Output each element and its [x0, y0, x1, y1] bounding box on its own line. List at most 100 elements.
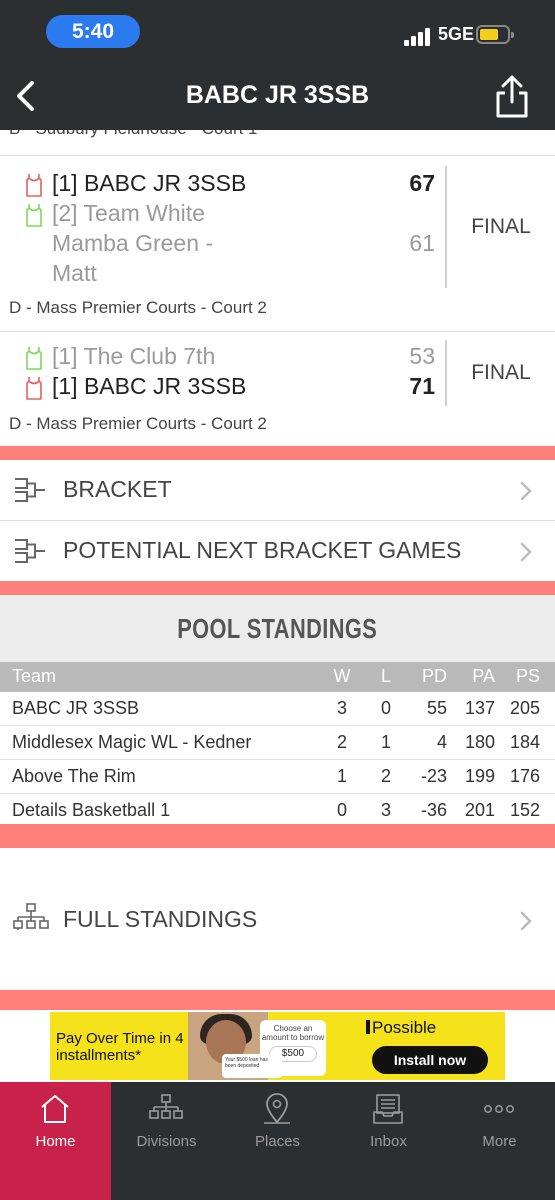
- col-pa: PA: [472, 666, 495, 686]
- inbox-icon: [373, 1094, 403, 1124]
- share-button[interactable]: [490, 74, 534, 120]
- cell-team: Middlesex Magic WL - Kedner: [12, 732, 252, 752]
- table-row[interactable]: Details Basketball 1 0 3 -36 201 152: [0, 794, 555, 828]
- ad-note: Your $500 loan has been deposited: [222, 1054, 282, 1078]
- chevron-right-icon: [520, 481, 532, 501]
- org-chart-icon: [13, 903, 49, 930]
- ad-banner-container: Pay Over Time in 4 installments* Choose …: [0, 1010, 555, 1082]
- tab-label: More: [482, 1133, 517, 1150]
- ad-banner[interactable]: Pay Over Time in 4 installments* Choose …: [50, 1012, 505, 1080]
- potential-games-label: POTENTIAL NEXT BRACKET GAMES: [63, 537, 462, 563]
- chevron-right-icon: [520, 911, 532, 931]
- cell-pd: 4: [436, 732, 447, 752]
- cell-ps: 176: [509, 766, 540, 786]
- status-time: 5:40: [46, 15, 140, 48]
- game-venue: D - Mass Premier Courts - Court 2: [9, 414, 267, 433]
- tab-label: Inbox: [370, 1133, 407, 1150]
- home-icon: [41, 1095, 69, 1123]
- team-score: 61: [409, 230, 435, 256]
- share-icon: [496, 75, 528, 118]
- cell-w: 2: [336, 732, 347, 752]
- cell-w: 0: [336, 800, 347, 820]
- ad-brand: Possible: [366, 1018, 436, 1038]
- cell-team: Above The Rim: [12, 766, 136, 786]
- full-standings-link[interactable]: FULL STANDINGS: [0, 848, 555, 990]
- col-pd: PD: [421, 666, 447, 686]
- tab-inbox[interactable]: Inbox: [333, 1082, 444, 1200]
- signal-icon: [404, 28, 434, 46]
- cell-pd: 55: [426, 698, 447, 718]
- cell-l: 1: [380, 732, 391, 752]
- jersey-icon: [26, 377, 42, 400]
- cell-pa: 180: [464, 732, 495, 752]
- ad-headline: Pay Over Time in 4 installments*: [56, 1030, 184, 1064]
- team-name-line3: Matt: [52, 260, 97, 286]
- cell-ps: 184: [509, 732, 540, 752]
- network-label: 5GE: [438, 24, 475, 44]
- content-scroll[interactable]: B - Sudbury Fieldhouse - Court 1 [1] BAB…: [0, 130, 555, 1082]
- potential-games-link[interactable]: POTENTIAL NEXT BRACKET GAMES: [0, 521, 555, 581]
- ad-card-text: Choose an amount to borrow: [261, 1024, 325, 1042]
- status-bar: 5:40 5GE: [0, 0, 555, 64]
- game-venue: D - Mass Premier Courts - Court 2: [9, 298, 267, 317]
- bracket-icon: [15, 478, 45, 502]
- battery-icon: [476, 25, 514, 44]
- page-title: BABC JR 3SSB: [185, 81, 370, 109]
- cell-ps: 152: [509, 800, 540, 820]
- tab-more[interactable]: More: [444, 1082, 555, 1200]
- cell-w: 1: [336, 766, 347, 786]
- cell-pa: 137: [464, 698, 495, 718]
- team-score: 71: [409, 373, 435, 399]
- install-now-button[interactable]: Install now: [372, 1046, 488, 1074]
- col-w: W: [333, 666, 351, 686]
- team-name: [1] The Club 7th: [52, 343, 216, 369]
- standings-header-row: Team W L PD PA PS: [0, 662, 555, 692]
- table-row[interactable]: Above The Rim 1 2 -23 199 176: [0, 760, 555, 794]
- tab-bar: Home Divisions Places Inbox More: [0, 1082, 555, 1200]
- cell-pa: 201: [464, 800, 495, 820]
- cell-w: 3: [336, 698, 347, 718]
- tab-divisions[interactable]: Divisions: [111, 1082, 222, 1200]
- bracket-link[interactable]: BRACKET: [0, 460, 555, 520]
- col-ps: PS: [515, 666, 540, 686]
- bracket-icon: [15, 539, 45, 563]
- section-separator: [0, 581, 555, 595]
- full-standings-label: FULL STANDINGS: [63, 906, 258, 932]
- cell-team: Details Basketball 1: [12, 800, 171, 820]
- partial-venue: B - Sudbury Fieldhouse - Court 1: [9, 130, 258, 139]
- cell-ps: 205: [509, 698, 540, 718]
- cell-l: 3: [380, 800, 391, 820]
- section-separator: [0, 824, 555, 848]
- jersey-icon: [26, 204, 42, 227]
- section-separator: [0, 990, 555, 1010]
- bracket-label: BRACKET: [63, 476, 172, 502]
- col-team: Team: [12, 666, 57, 686]
- tab-label: Home: [35, 1133, 76, 1150]
- tab-home[interactable]: Home: [0, 1082, 111, 1200]
- cell-pa: 199: [464, 766, 495, 786]
- jersey-icon: [26, 174, 42, 197]
- jersey-icon: [26, 347, 42, 370]
- section-separator: [0, 446, 555, 460]
- table-row[interactable]: BABC JR 3SSB 3 0 55 137 205: [0, 692, 555, 726]
- cell-pd: -23: [420, 766, 447, 786]
- tab-label: Places: [254, 1133, 301, 1150]
- team-name: [1] BABC JR 3SSB: [52, 170, 247, 196]
- team-name: [1] BABC JR 3SSB: [52, 373, 247, 399]
- cell-l: 2: [380, 766, 391, 786]
- game-status: FINAL: [471, 361, 531, 384]
- tab-places[interactable]: Places: [222, 1082, 333, 1200]
- org-chart-icon: [149, 1094, 183, 1119]
- team-name-line2: Mamba Green -: [52, 230, 214, 256]
- game-status: FINAL: [471, 215, 531, 238]
- game-card[interactable]: [1] BABC JR 3SSB 67 [2] Team White Mamba…: [0, 156, 555, 331]
- ad-brand-text: Possible: [372, 1018, 437, 1037]
- pool-standings-title: POOL STANDINGS: [177, 613, 378, 644]
- game-card[interactable]: [1] The Club 7th 53 [1] BABC JR 3SSB 71 …: [0, 332, 555, 446]
- more-icon: [484, 1105, 514, 1113]
- table-row[interactable]: Middlesex Magic WL - Kedner 2 1 4 180 18…: [0, 726, 555, 760]
- cell-team: BABC JR 3SSB: [12, 698, 140, 718]
- map-pin-icon: [264, 1093, 290, 1124]
- team-score: 53: [409, 343, 435, 369]
- cell-l: 0: [380, 698, 391, 718]
